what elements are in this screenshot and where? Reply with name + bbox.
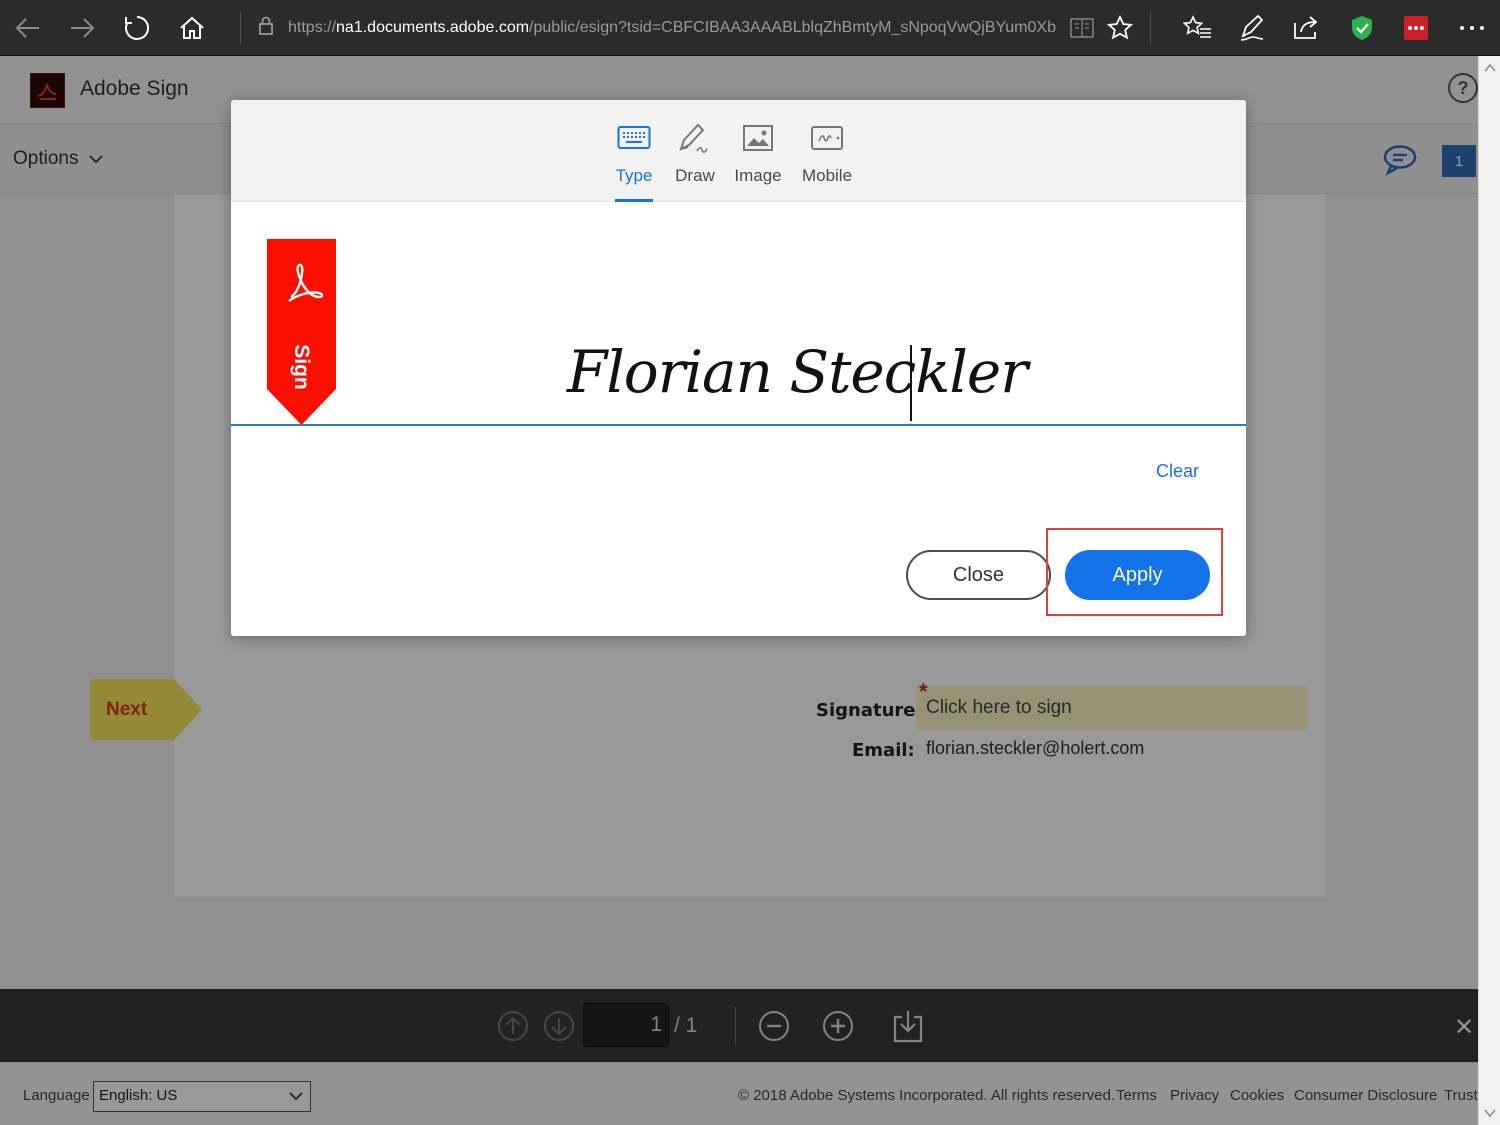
more-icon[interactable] — [1452, 8, 1492, 48]
pen-draw-icon — [676, 120, 714, 156]
scroll-down-icon[interactable] — [1484, 1107, 1496, 1119]
reading-view-icon[interactable] — [1062, 8, 1102, 48]
pen-icon[interactable] — [1232, 8, 1272, 48]
signature-baseline — [231, 424, 1246, 426]
tab-mobile-label: Mobile — [801, 166, 853, 185]
address-bar[interactable]: https://na1.documents.adobe.com/public/e… — [250, 10, 1100, 46]
scroll-up-icon[interactable] — [1484, 62, 1496, 74]
share-icon[interactable] — [1286, 8, 1326, 48]
sign-flag-text: Sign — [290, 344, 313, 390]
tab-image-label: Image — [734, 166, 782, 185]
favorite-star-icon[interactable] — [1100, 8, 1140, 48]
tab-type[interactable]: Type — [615, 120, 653, 202]
tab-type-label: Type — [615, 166, 653, 185]
toolbar-separator-2 — [1150, 12, 1151, 44]
refresh-icon[interactable] — [117, 8, 157, 48]
browser-toolbar: https://na1.documents.adobe.com/public/e… — [0, 0, 1500, 56]
signature-dialog: Type Draw Image Mobile Sign Florian Stec… — [231, 100, 1246, 636]
mobile-signature-icon — [808, 120, 846, 156]
url-path: /public/esign?tsid=CBFCIBAA3AAABLblqZhBm… — [529, 19, 1056, 36]
forward-icon[interactable] — [62, 8, 102, 48]
shield-extension-icon[interactable] — [1342, 8, 1382, 48]
url-prefix: https:// — [288, 19, 337, 36]
tab-mobile[interactable]: Mobile — [801, 120, 853, 202]
clear-link[interactable]: Clear — [1156, 461, 1199, 482]
url-host: na1.documents.adobe.com — [336, 19, 530, 36]
toolbar-separator — [240, 12, 241, 44]
image-icon — [739, 120, 777, 156]
lock-icon — [258, 16, 274, 41]
page-scrollbar[interactable] — [1478, 56, 1500, 1125]
close-button[interactable]: Close — [906, 550, 1051, 600]
keyboard-icon — [615, 120, 653, 156]
signature-method-tabs: Type Draw Image Mobile — [231, 100, 1246, 202]
apply-button[interactable]: Apply — [1065, 550, 1210, 600]
home-icon[interactable] — [172, 8, 212, 48]
favorites-hub-icon[interactable] — [1178, 8, 1218, 48]
tab-image[interactable]: Image — [734, 120, 782, 202]
tab-draw-label: Draw — [675, 166, 715, 185]
back-icon[interactable] — [8, 8, 48, 48]
sign-flag-icon — [267, 239, 336, 425]
tab-draw[interactable]: Draw — [675, 120, 715, 202]
typed-signature[interactable]: Florian Steckler — [567, 338, 1028, 406]
text-caret — [910, 345, 912, 421]
password-extension-icon[interactable] — [1396, 8, 1436, 48]
